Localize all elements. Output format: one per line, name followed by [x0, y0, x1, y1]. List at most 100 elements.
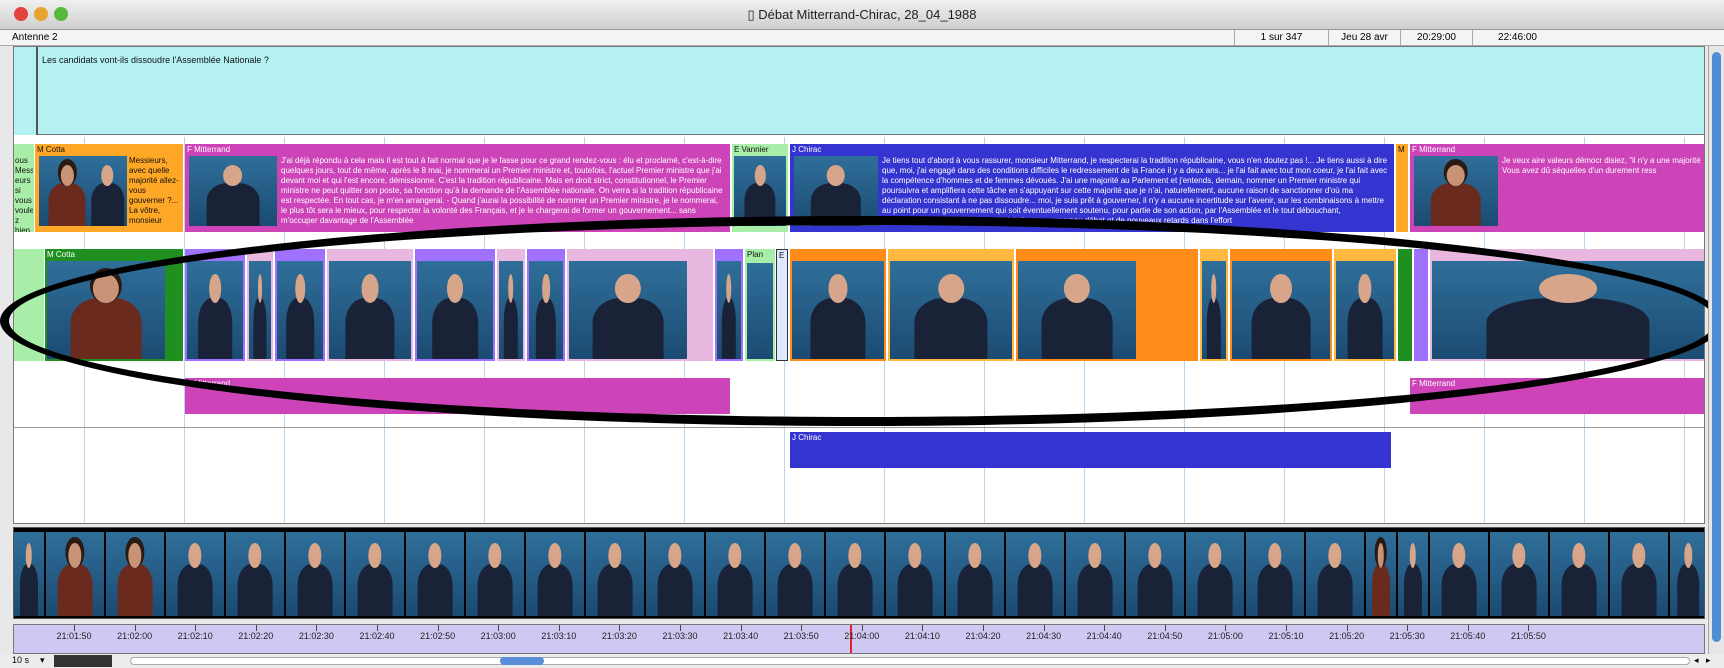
shot-segment[interactable] [527, 249, 565, 361]
speaker-figure [297, 563, 333, 616]
speaker-segment-mitterrand[interactable]: F Mitterrand Je veux aire valeurs démocr… [1410, 144, 1704, 232]
video-thumbnail [47, 261, 165, 359]
chirac-track-segment[interactable]: J Chirac [790, 432, 1391, 468]
shot-segment[interactable] [1398, 249, 1412, 361]
speaker-figure [48, 182, 86, 226]
shot-segment[interactable] [1016, 249, 1198, 361]
time-ruler[interactable]: 21:01:50 21:02:00 21:02:10 21:02:20 21:02:30… [13, 624, 1705, 654]
scroll-thumb[interactable] [500, 657, 544, 665]
filmstrip-frame [586, 532, 644, 616]
shot-segment[interactable] [275, 249, 325, 361]
ruler-tick-label: 21:03:10 [541, 631, 577, 641]
speaker-figure [777, 563, 813, 616]
video-thumbnail [1202, 261, 1226, 359]
speaker-figure [477, 563, 513, 616]
ruler-tick-label: 21:02:30 [298, 631, 334, 641]
scroll-left-icon[interactable]: ◂ [1694, 655, 1699, 666]
speaker-figure [1317, 563, 1353, 616]
speaker-figure [1561, 563, 1597, 616]
shot-segment[interactable] [567, 249, 713, 361]
date-label: Jeu 28 avr 1988 [1328, 30, 1400, 59]
ruler-tick-label: 21:02:40 [359, 631, 395, 641]
video-thumbnail [794, 156, 878, 226]
speaker-figure [1017, 563, 1053, 616]
shot-segment-cotta[interactable]: M Cotta [45, 249, 183, 361]
speaker-figure [1041, 298, 1113, 359]
segment-label: F Mitterrand [187, 145, 231, 154]
ruler-tick-label: 21:04:40 [1086, 631, 1122, 641]
speaker-figure [537, 563, 573, 616]
shot-segment[interactable] [14, 249, 44, 361]
filmstrip-frame [646, 532, 704, 616]
vertical-scrollbar[interactable] [1708, 46, 1724, 654]
speaker-figure [1501, 563, 1537, 616]
shot-segment[interactable] [415, 249, 495, 361]
segment-label: Plan [747, 250, 764, 259]
segment-label: E [779, 251, 785, 260]
shot-segment-plan[interactable]: Plan [745, 249, 775, 361]
shot-segment[interactable] [247, 249, 273, 361]
speaker-figure [837, 563, 873, 616]
tool-buttons[interactable] [54, 655, 112, 667]
video-thumbnail [734, 156, 786, 226]
filmstrip-frame [106, 532, 164, 616]
filmstrip-frame [766, 532, 824, 616]
ruler-tick-label: 21:03:00 [480, 631, 516, 641]
speaker-segment-cotta[interactable]: M Cotta Messieurs, avec quelle majorité … [35, 144, 183, 232]
segment-text: Je tiens tout d'abord à vous rassurer, m… [882, 156, 1388, 225]
shot-segment[interactable] [327, 249, 413, 361]
shot-segment[interactable] [715, 249, 743, 361]
speaker-segment-mitterrand[interactable]: F Mitterrand J'ai déjà répondu à cela ma… [185, 144, 730, 232]
shot-segment[interactable] [497, 249, 525, 361]
speaker-figure [90, 182, 125, 226]
speaker-figure [1404, 563, 1422, 616]
topic-track[interactable]: Les candidats vont-ils dissoudre l'Assem… [14, 47, 1704, 135]
shot-segment[interactable] [1200, 249, 1228, 361]
shot-segment[interactable] [790, 249, 886, 361]
speaker-figure [897, 563, 933, 616]
shot-segment[interactable] [888, 249, 1014, 361]
speaker-segment[interactable]: M [1396, 144, 1408, 232]
speaker-figure [198, 298, 232, 359]
shot-segment[interactable] [1414, 249, 1428, 361]
shot-segment[interactable] [1430, 249, 1704, 361]
video-thumbnail [1018, 261, 1136, 359]
ruler-tick-label: 21:03:50 [783, 631, 819, 641]
speaker-figure [357, 563, 393, 616]
speaker-figure [957, 563, 993, 616]
speaker-segment-chirac[interactable]: J Chirac Je tiens tout d'abord à vous ra… [790, 144, 1394, 232]
speaker-segment-vannier[interactable]: E Vannier [732, 144, 788, 232]
filmstrip-frame [1398, 532, 1428, 616]
mitterrand-track-segment[interactable]: F Mitterrand [185, 378, 730, 414]
segment-label: M Cotta [37, 145, 66, 154]
shot-segment[interactable] [1334, 249, 1396, 361]
video-thumbnail [277, 261, 323, 359]
video-thumbnail [747, 263, 773, 359]
mitterrand-track-segment[interactable]: F Mitterrand [1410, 378, 1704, 414]
video-thumbnail [1414, 156, 1498, 226]
shot-segment[interactable] [185, 249, 245, 361]
scroll-right-icon[interactable]: ▸ [1706, 655, 1711, 666]
filmstrip[interactable] [13, 527, 1705, 619]
ruler-tick-label: 21:04:30 [1026, 631, 1062, 641]
topic-track-handle[interactable] [14, 47, 38, 135]
ruler-tick-label: 21:03:30 [662, 631, 698, 641]
shot-segment[interactable] [1230, 249, 1332, 361]
speaker-figure [744, 182, 776, 226]
horizontal-scrollbar[interactable] [130, 657, 1690, 665]
track-divider [14, 427, 1704, 428]
zoom-select[interactable]: 10 s [12, 655, 29, 665]
start-time: 20:29:00 [1400, 30, 1472, 46]
chevron-down-icon[interactable]: ▾ [40, 655, 45, 666]
speaker-figure [1077, 563, 1113, 616]
speaker-segment[interactable]: ous Mess eurs si vous voule z bien, [14, 144, 34, 232]
speaker-figure [721, 298, 737, 359]
document-icon: ▯ [747, 7, 759, 22]
speaker-figure [535, 298, 557, 359]
timeline-panel[interactable]: Les candidats vont-ils dissoudre l'Assem… [13, 46, 1705, 524]
info-bar: Antenne 2 1 sur 347 sélectionnés. Jeu 28… [0, 30, 1724, 59]
shot-segment-selected[interactable]: E [776, 249, 788, 361]
ruler-tick-label: 21:04:10 [904, 631, 940, 641]
speaker-figure [1441, 563, 1477, 616]
vertical-scroll-thumb[interactable] [1712, 52, 1721, 642]
